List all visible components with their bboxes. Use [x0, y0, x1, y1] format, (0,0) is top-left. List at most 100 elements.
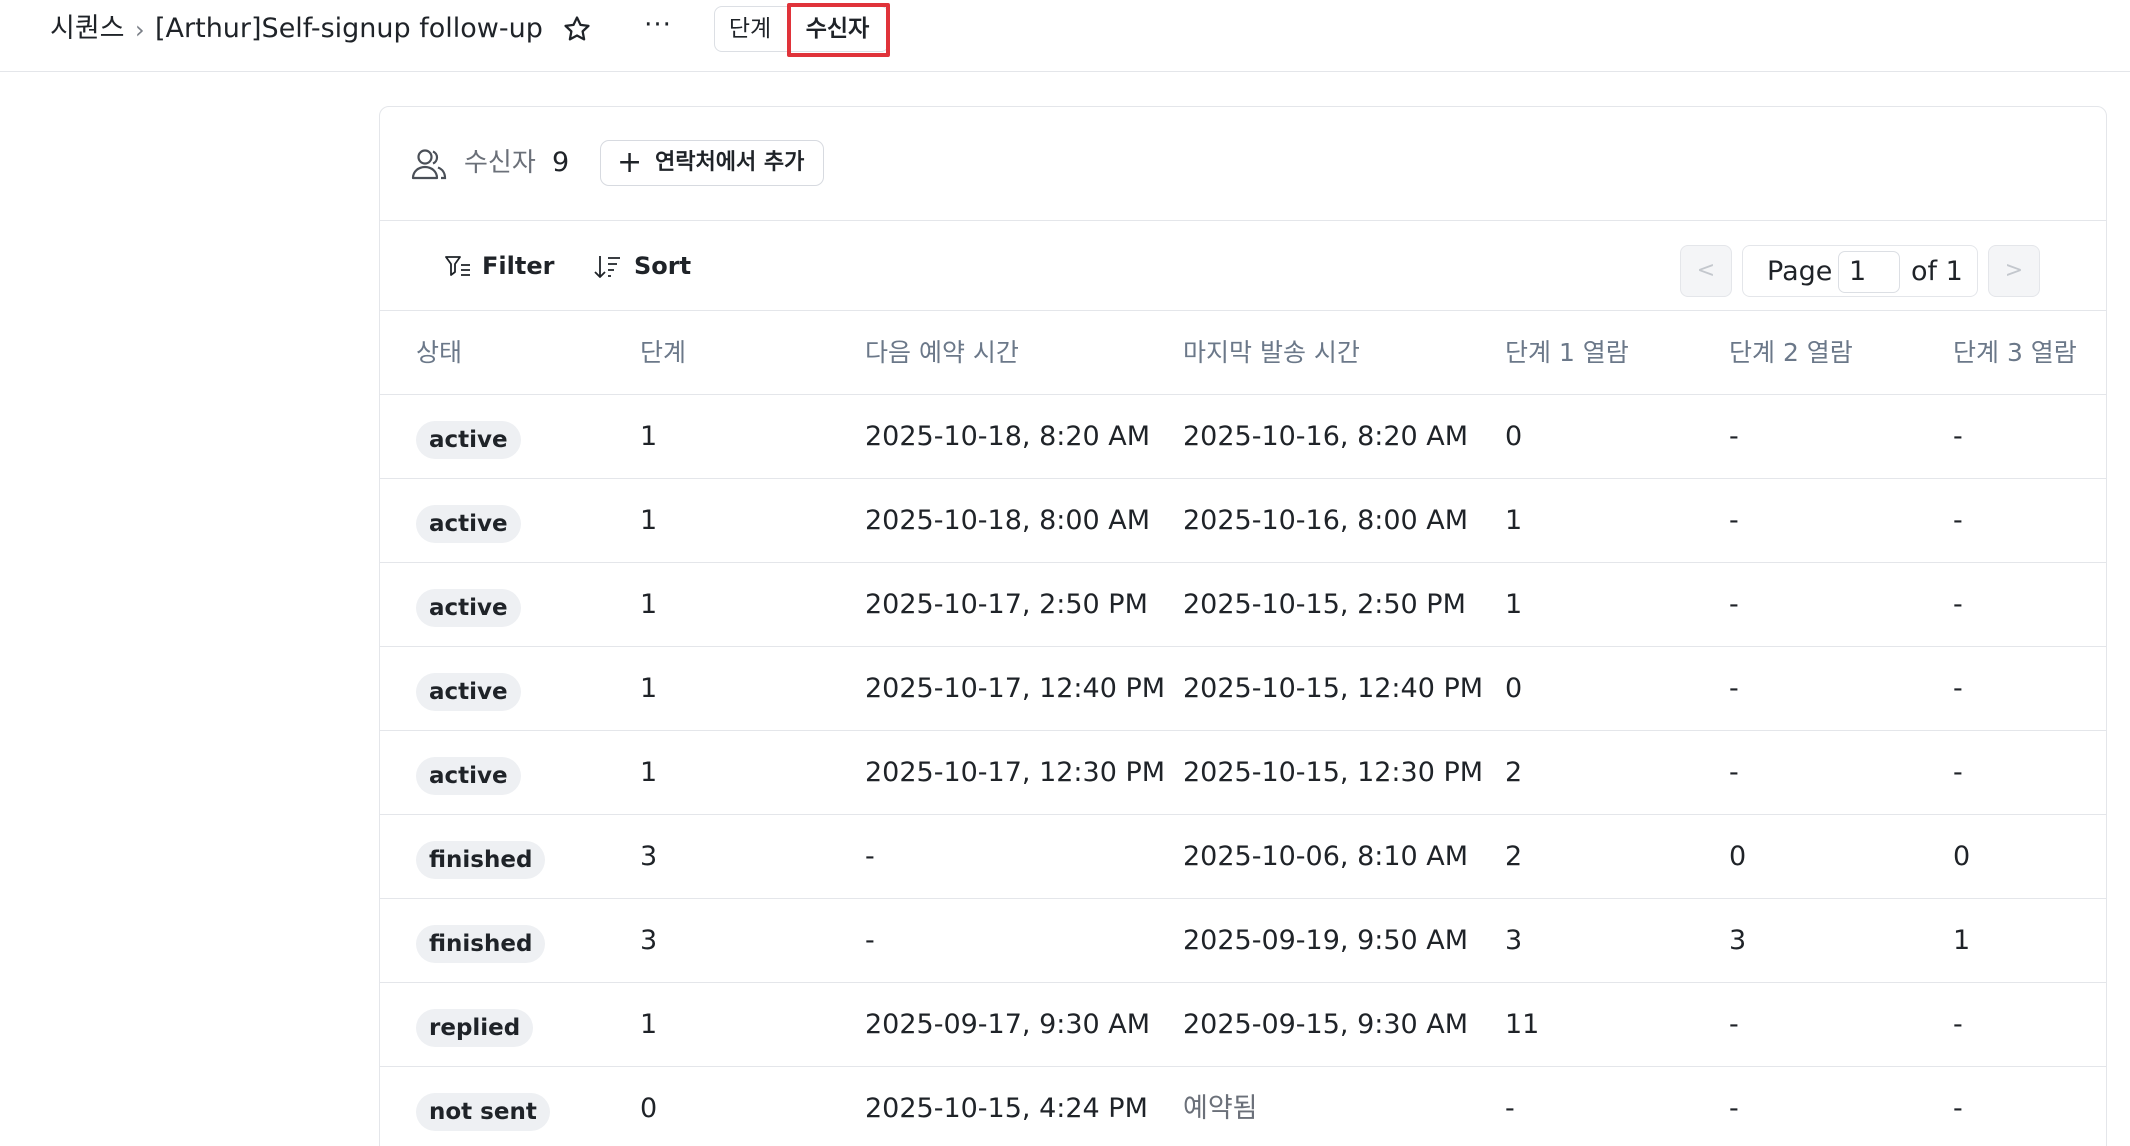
top-bar: 시퀀스 › [Arthur]Self-signup follow-up ··· … — [0, 0, 2130, 72]
last-sent-cell: 2025-09-19, 9:50 AM — [1183, 925, 1469, 956]
step1-opens-cell: 3 — [1505, 925, 1523, 956]
status-badge: finished — [416, 925, 546, 963]
step1-opens-cell: 2 — [1505, 757, 1523, 788]
recipients-table: 상태 단계 다음 예약 시간 마지막 발송 시간 단계 1 열람 단계 2 열람… — [380, 311, 2106, 1146]
more-options-button[interactable]: ··· — [642, 12, 674, 44]
sort-label: Sort — [634, 252, 692, 280]
page-title: [Arthur]Self-signup follow-up — [155, 13, 543, 44]
status-badge: not sent — [416, 1093, 550, 1131]
last-sent-cell: 2025-10-15, 2:50 PM — [1183, 589, 1466, 620]
step1-opens-cell: 1 — [1505, 589, 1523, 620]
step2-opens-cell: - — [1729, 1009, 1739, 1040]
last-sent-cell: 2025-10-15, 12:40 PM — [1183, 673, 1484, 704]
step2-opens-cell: 3 — [1729, 925, 1747, 956]
table-header: 상태 단계 다음 예약 시간 마지막 발송 시간 단계 1 열람 단계 2 열람… — [380, 311, 2106, 395]
recipients-label: 수신자 — [464, 148, 536, 178]
people-icon — [411, 147, 447, 181]
tab-steps[interactable]: 단계 — [715, 7, 785, 51]
step1-opens-cell: - — [1505, 1093, 1515, 1124]
view-tabs: 단계 수신자 — [714, 6, 889, 52]
sort-icon — [594, 256, 620, 278]
column-header-next-scheduled[interactable]: 다음 예약 시간 — [865, 335, 1019, 371]
step-cell: 1 — [640, 757, 658, 788]
step2-opens-cell: - — [1729, 421, 1739, 452]
next-scheduled-cell: 2025-10-15, 4:24 PM — [865, 1093, 1148, 1124]
breadcrumb-separator: › — [135, 16, 145, 44]
status-badge: finished — [416, 841, 546, 879]
table-row[interactable]: not sent 0 2025-10-15, 4:24 PM 예약됨 - - - — [380, 1067, 2106, 1146]
filter-button[interactable]: Filter — [445, 246, 555, 286]
step3-opens-cell: - — [1953, 1009, 1963, 1040]
table-row[interactable]: active 1 2025-10-17, 2:50 PM 2025-10-15, 2:… — [380, 563, 2106, 647]
next-scheduled-cell: 2025-10-18, 8:20 AM — [865, 421, 1151, 452]
table-toolbar: Filter Sort < Page 1 of 1 > — [380, 221, 2106, 311]
add-from-contacts-button[interactable]: + 연락처에서 추가 — [600, 140, 824, 186]
pagination-next-button[interactable]: > — [1988, 245, 2040, 297]
table-row[interactable]: finished 3 - 2025-10-06, 8:10 AM 2 0 0 — [380, 815, 2106, 899]
step2-opens-cell: - — [1729, 757, 1739, 788]
table-row[interactable]: active 1 2025-10-18, 8:20 AM 2025-10-16, 8:… — [380, 395, 2106, 479]
step2-opens-cell: - — [1729, 673, 1739, 704]
next-scheduled-cell: 2025-10-18, 8:00 AM — [865, 505, 1151, 536]
status-badge: replied — [416, 1009, 534, 1047]
table-row[interactable]: active 1 2025-10-17, 12:40 PM 2025-10-15, 1… — [380, 647, 2106, 731]
step-cell: 1 — [640, 505, 658, 536]
last-sent-cell: 2025-10-16, 8:20 AM — [1183, 421, 1469, 452]
table-body: active 1 2025-10-18, 8:20 AM 2025-10-16, 8:… — [380, 395, 2106, 1146]
step1-opens-cell: 0 — [1505, 673, 1523, 704]
step-cell: 1 — [640, 589, 658, 620]
column-header-last-sent[interactable]: 마지막 발송 시간 — [1183, 335, 1360, 371]
next-scheduled-cell: 2025-10-17, 2:50 PM — [865, 589, 1148, 620]
pagination-page-label: Page — [1767, 256, 1833, 287]
step3-opens-cell: 0 — [1953, 841, 1971, 872]
last-sent-cell: 2025-10-06, 8:10 AM — [1183, 841, 1469, 872]
column-header-step1-opens[interactable]: 단계 1 열람 — [1505, 335, 1629, 371]
step3-opens-cell: - — [1953, 421, 1963, 452]
step3-opens-cell: - — [1953, 1093, 1963, 1124]
table-row[interactable]: active 1 2025-10-17, 12:30 PM 2025-10-15, 1… — [380, 731, 2106, 815]
step-cell: 3 — [640, 841, 658, 872]
status-badge: active — [416, 505, 521, 543]
step-cell: 1 — [640, 1009, 658, 1040]
star-icon[interactable] — [562, 14, 592, 44]
breadcrumb-sequences[interactable]: 시퀀스 — [50, 11, 125, 47]
table-row[interactable]: replied 1 2025-09-17, 9:30 AM 2025-09-15, 9… — [380, 983, 2106, 1067]
next-scheduled-cell: - — [865, 841, 875, 872]
step3-opens-cell: - — [1953, 673, 1963, 704]
step1-opens-cell: 0 — [1505, 421, 1523, 452]
step1-opens-cell: 1 — [1505, 505, 1523, 536]
column-header-step3-opens[interactable]: 단계 3 열람 — [1953, 335, 2077, 371]
step-cell: 0 — [640, 1093, 658, 1124]
tab-recipients[interactable]: 수신자 — [787, 7, 888, 51]
step2-opens-cell: 0 — [1729, 841, 1747, 872]
step2-opens-cell: - — [1729, 505, 1739, 536]
step1-opens-cell: 11 — [1505, 1009, 1540, 1040]
column-header-status[interactable]: 상태 — [416, 335, 462, 371]
step1-opens-cell: 2 — [1505, 841, 1523, 872]
recipients-card: 수신자 9 + 연락처에서 추가 Filter Sort < Page 1 of… — [379, 106, 2107, 1146]
page-number-input[interactable]: 1 — [1838, 251, 1900, 293]
last-sent-cell: 예약됨 — [1183, 1093, 1258, 1124]
step3-opens-cell: - — [1953, 505, 1963, 536]
next-scheduled-cell: 2025-09-17, 9:30 AM — [865, 1009, 1151, 1040]
status-badge: active — [416, 421, 521, 459]
step3-opens-cell: - — [1953, 757, 1963, 788]
status-badge: active — [416, 757, 521, 795]
add-from-contacts-label: 연락처에서 추가 — [655, 150, 805, 175]
sort-button[interactable]: Sort — [593, 246, 693, 286]
pagination-prev-button[interactable]: < — [1680, 245, 1732, 297]
step3-opens-cell: - — [1953, 589, 1963, 620]
step2-opens-cell: - — [1729, 589, 1739, 620]
table-row[interactable]: active 1 2025-10-18, 8:00 AM 2025-10-16, 8:… — [380, 479, 2106, 563]
status-badge: active — [416, 589, 521, 627]
filter-icon — [445, 256, 470, 276]
status-badge: active — [416, 673, 521, 711]
last-sent-cell: 2025-10-16, 8:00 AM — [1183, 505, 1469, 536]
column-header-step[interactable]: 단계 — [640, 335, 686, 371]
table-row[interactable]: finished 3 - 2025-09-19, 9:50 AM 3 3 1 — [380, 899, 2106, 983]
column-header-step2-opens[interactable]: 단계 2 열람 — [1729, 335, 1853, 371]
next-scheduled-cell: 2025-10-17, 12:40 PM — [865, 673, 1166, 704]
next-scheduled-cell: 2025-10-17, 12:30 PM — [865, 757, 1166, 788]
step2-opens-cell: - — [1729, 1093, 1739, 1124]
step-cell: 1 — [640, 673, 658, 704]
